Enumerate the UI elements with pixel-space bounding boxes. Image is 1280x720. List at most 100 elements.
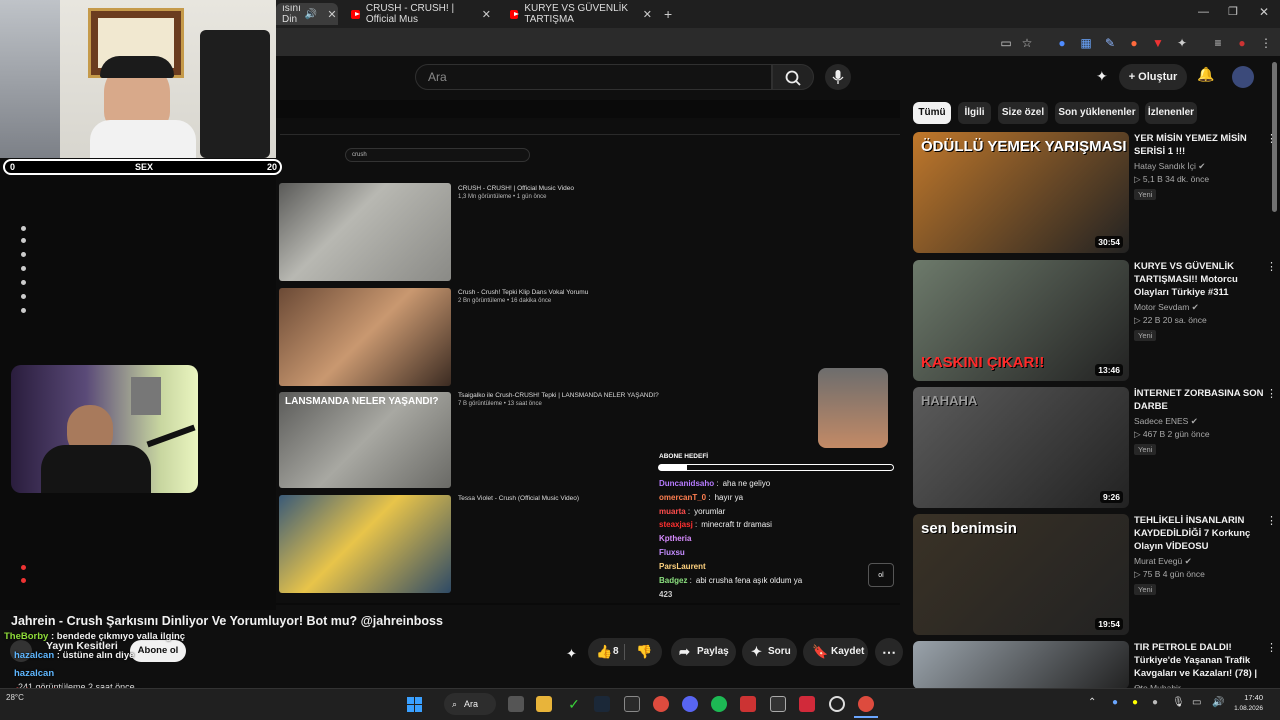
chrome-icon[interactable]: [653, 696, 669, 712]
nested-result-title: Tessa Violet - Crush (Official Music Vid…: [458, 495, 580, 502]
shield-app-icon[interactable]: [740, 696, 756, 712]
volume-icon[interactable]: 🔊: [1212, 697, 1224, 708]
chrome-icon[interactable]: [858, 696, 874, 712]
nested-streamer-cam: [818, 368, 888, 448]
chip-recent[interactable]: Son yüklenenler: [1055, 102, 1139, 124]
thumbnail-caption: ÖDÜLLÜ YEMEK YARIŞMASI: [921, 138, 1127, 155]
page-scrollbar[interactable]: [1272, 62, 1277, 212]
bookmark-star-icon[interactable]: ☆: [1019, 35, 1035, 51]
chip-watched[interactable]: İzlenenler: [1145, 102, 1197, 124]
steam-icon[interactable]: [594, 696, 610, 712]
more-options-icon[interactable]: ⋮: [1266, 514, 1277, 527]
tab-crush[interactable]: CRUSH - CRUSH! | Official Mus ✕: [345, 3, 497, 25]
account-avatar[interactable]: [1232, 66, 1254, 88]
recommendation-thumbnail[interactable]: ÖDÜLLÜ YEMEK YARIŞMASI 30:54: [913, 132, 1129, 253]
like-count: 8: [613, 646, 619, 657]
nested-result-meta: 7 B görüntüleme • 13 saat önce: [458, 401, 542, 407]
translate-icon[interactable]: ▦: [1078, 35, 1094, 51]
create-button[interactable]: + Oluştur: [1119, 64, 1187, 90]
tab-label: CRUSH - CRUSH! | Official Mus: [365, 3, 455, 25]
network-icon[interactable]: ▭: [1192, 697, 1201, 708]
recommendation-channel[interactable]: Murat Evegü ✔: [1134, 556, 1192, 567]
minimize-button[interactable]: —: [1198, 6, 1209, 18]
search-button[interactable]: [772, 64, 814, 90]
recommendation-channel[interactable]: Hatay Sandık İçi ✔: [1134, 161, 1205, 172]
ai-sparkle-icon[interactable]: ✦: [566, 646, 577, 662]
like-icon[interactable]: 👍: [596, 638, 612, 666]
more-actions-button[interactable]: ⋯: [875, 638, 903, 666]
task-view-icon[interactable]: [508, 696, 524, 712]
extension-icon[interactable]: ●: [1126, 35, 1142, 51]
extension-icon[interactable]: ▼: [1150, 35, 1166, 51]
recommendation-thumbnail[interactable]: HAHAHA 9:26: [913, 387, 1129, 508]
recommendation-title[interactable]: KURYE VS GÜVENLİK TARTIŞMASI!! Motorcu O…: [1134, 260, 1264, 299]
share-button[interactable]: ➦ Paylaş: [671, 638, 736, 666]
restore-button[interactable]: ❐: [1228, 5, 1238, 18]
close-tab-icon[interactable]: ✕: [327, 8, 336, 21]
recommendation-title[interactable]: TEHLİKELİ İNSANLARIN KAYDEDİLDİĞİ 7 Kork…: [1134, 514, 1264, 553]
close-tab-icon[interactable]: ✕: [482, 8, 491, 21]
extensions-puzzle-icon[interactable]: ✦: [1174, 35, 1190, 51]
notifications-bell-icon[interactable]: 🔔: [1197, 66, 1214, 83]
overlay-chat-line: hazalcan : üstüne alın diye: [14, 650, 135, 661]
tab-current[interactable]: ısını Din 🔊 ✕: [276, 3, 338, 25]
tab-kurye[interactable]: KURYE VS GÜVENLİK TARTIŞMA ✕: [504, 3, 658, 25]
recommendation-channel[interactable]: Motor Sevdam ✔: [1134, 302, 1199, 313]
recommendation-channel[interactable]: Sadece ENES ✔: [1134, 416, 1198, 427]
recommendation-title[interactable]: YER MİSİN YEMEZ MİSİN SERİSİ 1 !!!: [1134, 132, 1264, 158]
ask-button[interactable]: ✦ Soru: [742, 638, 797, 666]
chip-all[interactable]: Tümü: [913, 102, 951, 124]
more-options-icon[interactable]: ⋮: [1266, 260, 1277, 273]
subscribe-button[interactable]: Abone ol: [130, 640, 186, 662]
chat-username: Fluxsu: [659, 548, 685, 557]
weather-widget[interactable]: 28°C: [6, 693, 24, 702]
gaming-chair: [200, 30, 270, 158]
taskbar-clock[interactable]: 17:40 1.08.2026: [1233, 692, 1263, 714]
obs-icon[interactable]: [829, 696, 845, 712]
microphone-icon: [832, 70, 844, 84]
app-icon[interactable]: [799, 696, 815, 712]
tray-chevron-icon[interactable]: ⌃: [1088, 697, 1096, 708]
extension-icon[interactable]: ✎: [1102, 35, 1118, 51]
save-button[interactable]: 🔖 Kaydet: [803, 638, 868, 666]
more-options-icon[interactable]: ⋮: [1266, 641, 1277, 654]
profile-avatar[interactable]: ●: [1234, 35, 1250, 51]
discord-icon[interactable]: [682, 696, 698, 712]
app-icon[interactable]: [624, 696, 640, 712]
mute-icon[interactable]: 🔊: [305, 9, 317, 20]
subscribe-goal-bar: [658, 464, 894, 471]
chat-username: steaxjasj: [659, 520, 693, 529]
play-icon: ▷: [1134, 429, 1143, 439]
recommendation-meta: ▷ 75 B 4 gün önce: [1134, 569, 1205, 580]
more-options-icon[interactable]: ⋮: [1266, 387, 1277, 400]
tray-icon[interactable]: ●: [1132, 697, 1138, 708]
browser-menu-icon[interactable]: ⋮: [1258, 35, 1274, 51]
recommendation-thumbnail[interactable]: KASKINI ÇIKAR!! 13:46: [913, 260, 1129, 381]
streamer-hair: [100, 56, 174, 78]
tray-icon[interactable]: ●: [1152, 697, 1158, 708]
extension-icon[interactable]: ●: [1054, 35, 1070, 51]
studio-icon[interactable]: ✦: [1096, 68, 1108, 85]
checkmark-app-icon[interactable]: ✓: [566, 696, 582, 712]
tray-icon[interactable]: ●: [1112, 697, 1118, 708]
view-count: 75 B: [1142, 569, 1161, 579]
spotify-icon[interactable]: [711, 696, 727, 712]
chip-related[interactable]: İlgili: [958, 102, 991, 124]
chip-for-you[interactable]: Size özel: [998, 102, 1048, 124]
recommendation-thumbnail[interactable]: sen benimsin 19:54: [913, 514, 1129, 635]
file-explorer-icon[interactable]: [536, 696, 552, 712]
search-input[interactable]: Ara: [415, 64, 772, 90]
new-tab-button[interactable]: +: [664, 6, 672, 22]
microphone-tray-icon[interactable]: 🎙: [1172, 697, 1185, 708]
reading-list-icon[interactable]: ≡: [1210, 35, 1226, 51]
recommendation-title[interactable]: İNTERNET ZORBASINA SON DARBE: [1134, 387, 1264, 413]
cast-icon[interactable]: ▭: [998, 35, 1014, 51]
voice-search-button[interactable]: [825, 64, 851, 90]
close-tab-icon[interactable]: ✕: [643, 8, 652, 21]
dislike-icon[interactable]: 👎: [636, 638, 652, 666]
app-icon[interactable]: [770, 696, 786, 712]
close-window-button[interactable]: ✕: [1259, 5, 1269, 19]
windows-start-icon[interactable]: [407, 697, 422, 712]
taskbar-search[interactable]: ⌕ Ara: [444, 693, 496, 715]
recommendation-thumbnail[interactable]: [913, 641, 1129, 689]
